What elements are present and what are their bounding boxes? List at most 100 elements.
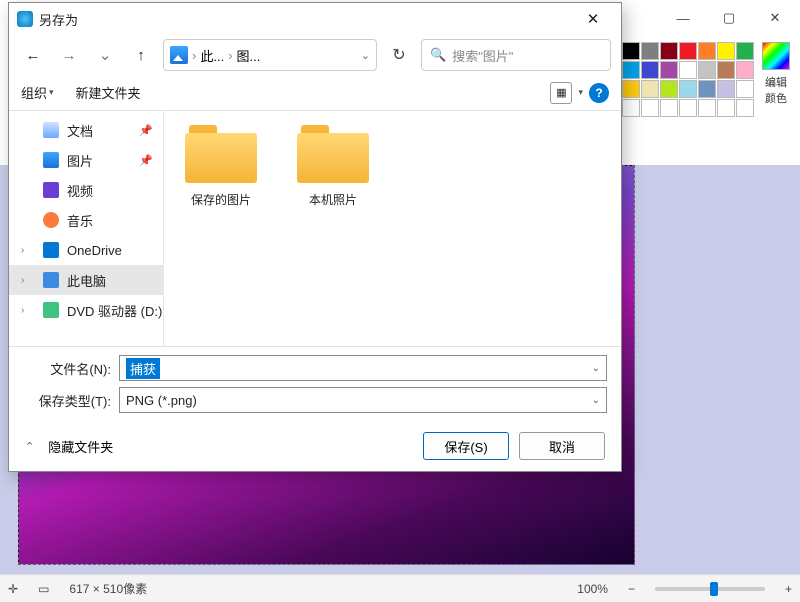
new-folder-button[interactable]: 新建文件夹 bbox=[76, 83, 141, 102]
color-swatch[interactable] bbox=[736, 99, 754, 117]
forward-button[interactable]: → bbox=[55, 41, 83, 69]
collapse-icon[interactable]: ⌃ bbox=[25, 440, 34, 453]
color-swatch[interactable] bbox=[641, 99, 659, 117]
tree-item-label: 音乐 bbox=[67, 211, 93, 230]
filetype-select[interactable]: PNG (*.png) ⌄ bbox=[119, 387, 607, 413]
minimize-button[interactable]: — bbox=[662, 3, 704, 33]
close-button[interactable]: ✕ bbox=[754, 3, 796, 33]
search-placeholder: 搜索"图片" bbox=[452, 46, 513, 65]
color-swatch[interactable] bbox=[717, 99, 735, 117]
color-swatch[interactable] bbox=[679, 99, 697, 117]
edit-colors-button[interactable]: 编辑 颜色 bbox=[756, 40, 796, 150]
pc-icon bbox=[43, 272, 59, 288]
app-icon bbox=[17, 11, 33, 27]
folder-label: 本机照片 bbox=[309, 191, 357, 208]
fields-area: 文件名(N): 捕获 ⌄ 保存类型(T): PNG (*.png) ⌄ bbox=[9, 346, 621, 421]
color-swatch[interactable] bbox=[698, 42, 716, 60]
chevron-down-icon[interactable]: ⌄ bbox=[592, 395, 600, 406]
zoom-slider[interactable] bbox=[655, 587, 765, 591]
pin-icon: 📌 bbox=[139, 154, 153, 167]
color-swatch[interactable] bbox=[660, 42, 678, 60]
filename-label: 文件名(N): bbox=[23, 359, 119, 378]
color-swatch[interactable] bbox=[717, 80, 735, 98]
folder-item[interactable]: 保存的图片 bbox=[174, 125, 268, 208]
color-swatch[interactable] bbox=[736, 42, 754, 60]
back-button[interactable]: ← bbox=[19, 41, 47, 69]
color-swatch[interactable] bbox=[698, 80, 716, 98]
pic-icon bbox=[43, 152, 59, 168]
tree-item-label: 视频 bbox=[67, 181, 93, 200]
tree-item-label: 图片 bbox=[67, 151, 93, 170]
chevron-icon[interactable]: › bbox=[21, 305, 24, 316]
breadcrumb-seg[interactable]: 图... bbox=[237, 46, 261, 65]
nav-row: ← → ⌄ ↑ › 此... › 图... ⌄ ↻ 🔍 搜索"图片" bbox=[9, 35, 621, 75]
color-swatch[interactable] bbox=[641, 61, 659, 79]
pictures-icon bbox=[170, 46, 188, 64]
address-bar[interactable]: › 此... › 图... ⌄ bbox=[163, 39, 377, 71]
color-swatch[interactable] bbox=[641, 42, 659, 60]
nav-tree[interactable]: 文档📌图片📌视频音乐›OneDrive›此电脑›DVD 驱动器 (D:) bbox=[9, 111, 164, 346]
paint-titlebar: — ▢ ✕ bbox=[662, 0, 800, 36]
filetype-label: 保存类型(T): bbox=[23, 391, 119, 410]
file-pane[interactable]: 保存的图片本机照片 bbox=[164, 111, 621, 346]
zoom-out-button[interactable]: − bbox=[628, 582, 635, 596]
folder-icon bbox=[297, 125, 369, 183]
folder-icon bbox=[185, 125, 257, 183]
view-dropdown-icon[interactable]: ▾ bbox=[578, 87, 583, 98]
zoom-level: 100% bbox=[577, 582, 608, 596]
tree-item[interactable]: 文档📌 bbox=[9, 115, 163, 145]
zoom-in-button[interactable]: + bbox=[785, 582, 792, 596]
chevron-icon[interactable]: › bbox=[21, 275, 24, 286]
color-swatch[interactable] bbox=[736, 61, 754, 79]
breadcrumb-seg[interactable]: 此... bbox=[200, 46, 224, 65]
organize-button[interactable]: 组织▾ bbox=[21, 83, 54, 102]
filetype-value: PNG (*.png) bbox=[126, 393, 197, 408]
color-swatch[interactable] bbox=[660, 61, 678, 79]
color-swatch[interactable] bbox=[698, 61, 716, 79]
color-swatch[interactable] bbox=[660, 80, 678, 98]
tree-item-label: 此电脑 bbox=[67, 271, 106, 290]
tree-item[interactable]: 图片 📌 bbox=[9, 145, 163, 175]
dialog-close-button[interactable]: ✕ bbox=[573, 5, 613, 33]
chevron-icon[interactable]: › bbox=[21, 245, 24, 256]
addr-dropdown-icon[interactable]: ⌄ bbox=[361, 49, 370, 62]
search-input[interactable]: 🔍 搜索"图片" bbox=[421, 39, 611, 71]
color-swatch[interactable] bbox=[698, 99, 716, 117]
color-swatch[interactable] bbox=[679, 61, 697, 79]
color-swatch[interactable] bbox=[679, 80, 697, 98]
tree-item[interactable]: ›DVD 驱动器 (D:) bbox=[9, 295, 163, 325]
chevron-down-icon[interactable]: ⌄ bbox=[592, 363, 600, 374]
hide-folders-link[interactable]: 隐藏文件夹 bbox=[48, 437, 113, 456]
color-swatch[interactable] bbox=[679, 42, 697, 60]
tree-item[interactable]: 音乐 bbox=[9, 205, 163, 235]
color-swatch[interactable] bbox=[622, 42, 640, 60]
one-icon bbox=[43, 242, 59, 258]
filename-input[interactable]: 捕获 ⌄ bbox=[119, 355, 607, 381]
color-swatch[interactable] bbox=[660, 99, 678, 117]
color-swatch[interactable] bbox=[717, 42, 735, 60]
status-bar: ✛ ▭ 617 × 510像素 100% − + bbox=[0, 574, 800, 602]
color-swatch[interactable] bbox=[717, 61, 735, 79]
tree-item[interactable]: › 此电脑 bbox=[9, 265, 163, 295]
maximize-button[interactable]: ▢ bbox=[708, 3, 750, 33]
color-swatch[interactable] bbox=[622, 99, 640, 117]
tree-item[interactable]: ›OneDrive bbox=[9, 235, 163, 265]
edit-colors-label: 编辑 bbox=[765, 74, 787, 90]
refresh-button[interactable]: ↻ bbox=[385, 41, 413, 69]
tree-item[interactable]: 视频 bbox=[9, 175, 163, 205]
color-swatch[interactable] bbox=[641, 80, 659, 98]
color-swatch[interactable] bbox=[622, 61, 640, 79]
cancel-button[interactable]: 取消 bbox=[519, 432, 605, 460]
save-button[interactable]: 保存(S) bbox=[423, 432, 509, 460]
folder-item[interactable]: 本机照片 bbox=[286, 125, 380, 208]
chevron-down-icon[interactable]: ⌄ bbox=[91, 41, 119, 69]
view-mode-button[interactable]: ▦ bbox=[550, 82, 572, 104]
vid-icon bbox=[43, 182, 59, 198]
up-button[interactable]: ↑ bbox=[127, 41, 155, 69]
doc-icon bbox=[43, 122, 59, 138]
tree-item-label: 文档 bbox=[67, 121, 93, 140]
color-swatch[interactable] bbox=[622, 80, 640, 98]
color-swatch[interactable] bbox=[736, 80, 754, 98]
color-swatch-grid[interactable] bbox=[620, 40, 756, 119]
help-button[interactable]: ? bbox=[589, 83, 609, 103]
